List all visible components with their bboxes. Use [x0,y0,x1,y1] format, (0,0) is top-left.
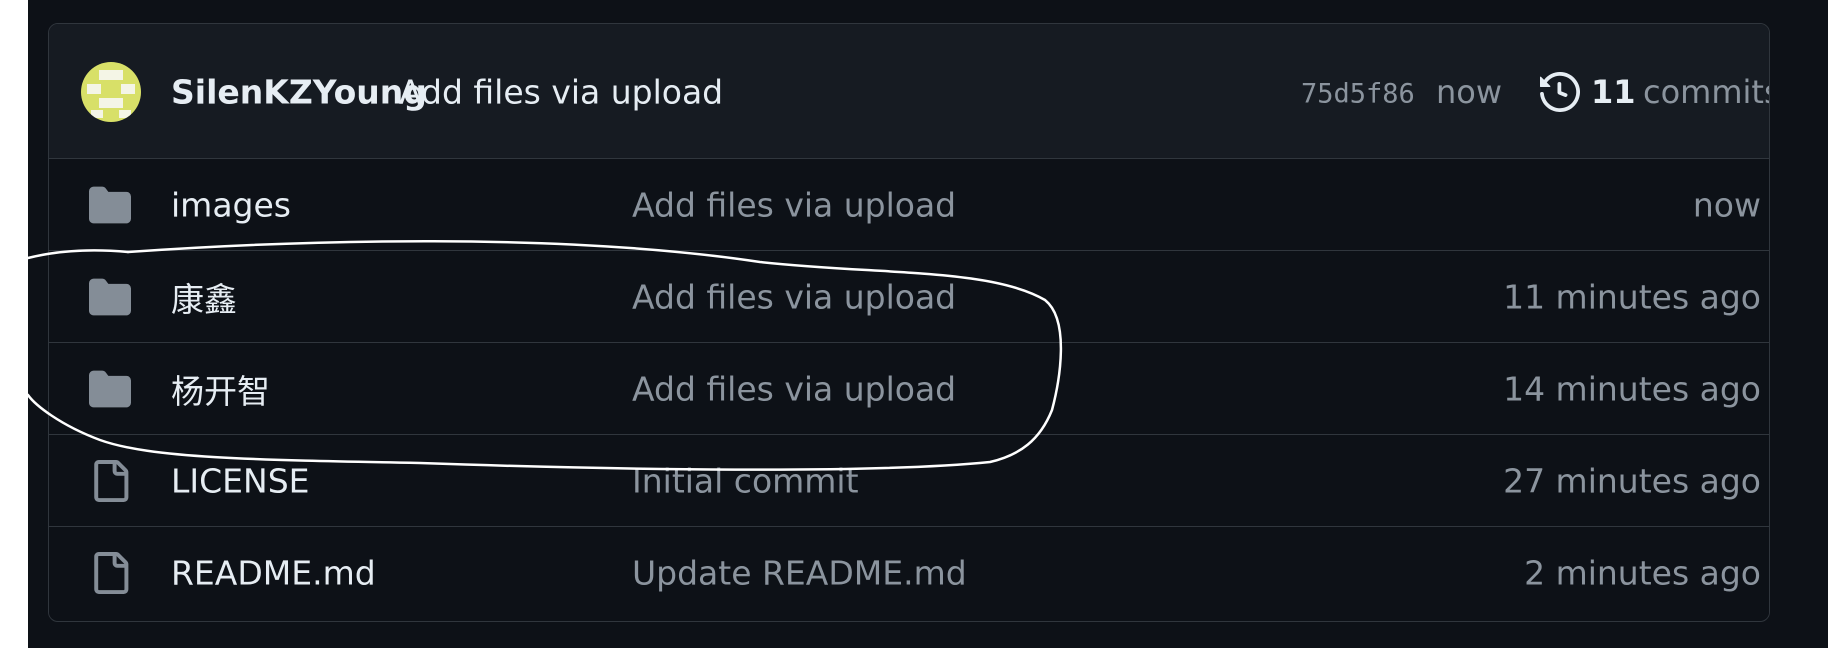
file-row-license[interactable]: LICENSE Initial commit 27 minutes ago [49,435,1769,527]
file-commit-time: 14 minutes ago [1503,369,1761,409]
left-margin [0,0,28,648]
history-icon[interactable] [1540,72,1580,112]
file-name-link[interactable]: 康鑫 [171,273,237,321]
commit-time: now [1436,73,1503,111]
commit-sha-link[interactable]: 75d5f86 [1301,79,1415,110]
folder-icon [89,278,131,316]
file-name-link[interactable]: 杨开智 [171,365,270,413]
commits-label[interactable]: commits [1643,73,1769,111]
repo-file-browser: SilenKZYoung Add files via upload 75d5f8… [48,23,1770,622]
file-row-kangxin[interactable]: 康鑫 Add files via upload 11 minutes ago [49,251,1769,343]
file-commit-time: now [1692,185,1761,225]
file-name-link[interactable]: LICENSE [171,462,310,501]
folder-icon [89,370,131,408]
latest-commit-message[interactable]: Add files via upload [399,73,723,112]
file-name-link[interactable]: README.md [171,554,376,593]
folder-icon [89,186,131,224]
latest-commit-header: SilenKZYoung Add files via upload 75d5f8… [49,24,1769,159]
commit-count[interactable]: 11 [1591,73,1636,111]
file-row-yangkaizhi[interactable]: 杨开智 Add files via upload 14 minutes ago [49,343,1769,435]
commit-author-link[interactable]: SilenKZYoung [171,73,427,112]
avatar[interactable] [81,62,141,122]
file-row-readme[interactable]: README.md Update README.md 2 minutes ago [49,527,1769,619]
file-commit-message-link[interactable]: Add files via upload [632,370,956,409]
file-commit-message-link[interactable]: Update README.md [632,554,967,593]
file-commit-message-link[interactable]: Add files via upload [632,186,956,225]
file-icon [94,552,129,594]
file-row-images[interactable]: images Add files via upload now [49,159,1769,251]
file-icon [94,460,129,502]
file-commit-time: 2 minutes ago [1524,553,1761,593]
file-commit-time: 11 minutes ago [1503,277,1761,317]
file-commit-time: 27 minutes ago [1503,461,1761,501]
file-commit-message-link[interactable]: Initial commit [632,462,859,501]
file-name-link[interactable]: images [171,186,291,225]
file-commit-message-link[interactable]: Add files via upload [632,278,956,317]
